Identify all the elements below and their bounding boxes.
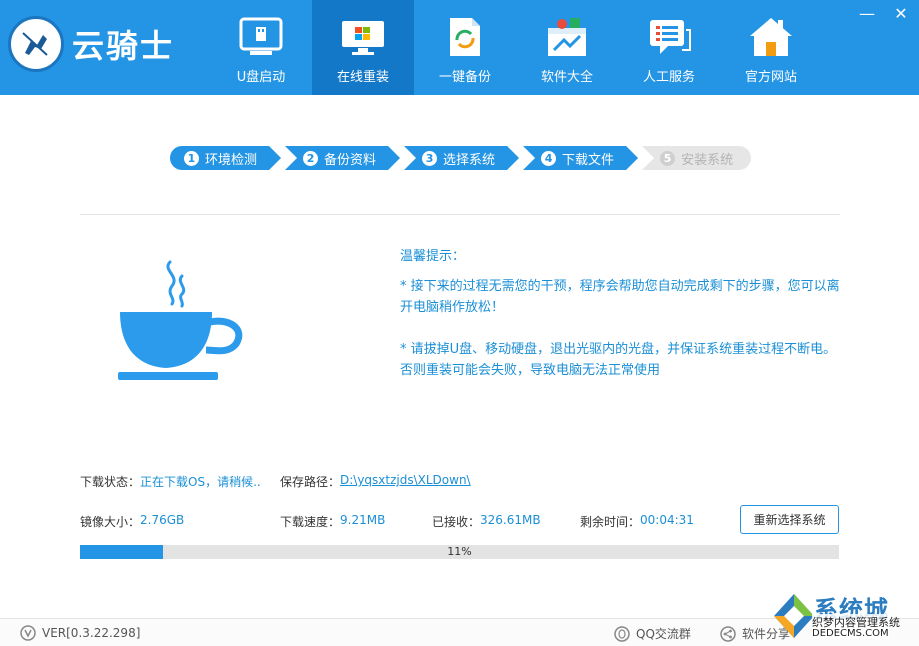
step-number: 3 <box>422 151 437 166</box>
nav-label: U盘启动 <box>236 70 286 85</box>
step-install-system: 5 安装系统 <box>642 146 752 170</box>
step-label: 备份资料 <box>324 152 377 168</box>
tips-line-1: * 接下来的过程无需您的干预，程序会帮助您自动完成剩下的步骤，您可以离开电脑稍作… <box>400 279 840 315</box>
save-path-label: 保存路径： <box>280 475 341 489</box>
nav-official-site[interactable]: 官方网站 <box>720 0 822 95</box>
step-label: 环境检测 <box>205 152 258 168</box>
step-label: 选择系统 <box>443 152 496 168</box>
app-logo: 云骑士 <box>8 14 208 74</box>
header-bar: 云骑士 U盘启动 在线重装 一键备份 软件大全 人工服务 官方网站 — ✕ <box>0 0 919 95</box>
image-size-label: 镜像大小： <box>80 515 141 529</box>
tips-title: 温馨提示： <box>400 249 466 264</box>
progress-steps: 1 环境检测 2 备份资料 3 选择系统 4 下载文件 5 安装系统 <box>170 146 755 170</box>
software-box-icon <box>544 16 590 58</box>
step-label: 安装系统 <box>681 152 734 168</box>
nav-label: 一键备份 <box>438 70 491 85</box>
qq-group-label: QQ交流群 <box>636 627 691 641</box>
watermark-line-2: DEDECMS.COM <box>812 628 889 639</box>
step-environment-check: 1 环境检测 <box>170 146 281 170</box>
step-label: 下载文件 <box>562 152 615 168</box>
watermark: 系统城 织梦内容管理系统 DEDECMS.COM <box>770 590 919 646</box>
windows-monitor-icon <box>340 16 386 58</box>
coffee-cup-icon <box>110 258 245 388</box>
step-number: 2 <box>303 151 318 166</box>
backup-document-icon <box>442 16 488 58</box>
qq-group-link[interactable]: QQ交流群 <box>614 625 691 642</box>
progress-percent: 11% <box>447 545 472 558</box>
nav-software-center[interactable]: 软件大全 <box>516 0 618 95</box>
reselect-system-button[interactable]: 重新选择系统 <box>740 505 839 534</box>
download-speed-value: 9.21MB <box>340 513 386 527</box>
received-value: 326.61MB <box>480 513 541 527</box>
step-number: 5 <box>660 150 676 166</box>
step-number: 4 <box>541 151 556 166</box>
save-path-link[interactable]: D:\yqsxtzjds\XLDown\ <box>340 473 471 487</box>
step-backup-data: 2 备份资料 <box>285 146 400 170</box>
knight-logo-icon <box>8 16 64 72</box>
image-size-value: 2.76GB <box>140 513 185 527</box>
share-icon <box>720 625 736 642</box>
remaining-time-value: 00:04:31 <box>640 513 694 527</box>
step-download-files: 4 下载文件 <box>523 146 638 170</box>
version-info: VER[0.3.22.298] <box>20 625 140 641</box>
window-controls: — ✕ <box>859 6 909 22</box>
download-progress-bar: 11% <box>80 545 839 559</box>
chat-service-icon <box>646 16 692 58</box>
version-text: VER[0.3.22.298] <box>42 626 141 640</box>
home-icon <box>748 16 794 58</box>
tips-line-2: * 请拔掉U盘、移动硬盘，退出光驱内的光盘，并保证系统重装过程不断电。否则重装可… <box>400 342 837 378</box>
app-name: 云骑士 <box>72 27 175 65</box>
section-divider <box>80 214 840 215</box>
minimize-button[interactable]: — <box>859 6 875 22</box>
warm-tips: 温馨提示： * 接下来的过程无需您的干预，程序会帮助您自动完成剩下的步骤，您可以… <box>400 246 845 402</box>
qq-icon <box>614 625 630 642</box>
step-select-system: 3 选择系统 <box>404 146 519 170</box>
nav-label: 软件大全 <box>540 70 593 85</box>
nav-manual-service[interactable]: 人工服务 <box>618 0 720 95</box>
version-icon <box>20 625 36 641</box>
download-speed-label: 下载速度： <box>280 515 341 529</box>
nav-label: 官方网站 <box>744 70 797 85</box>
received-label: 已接收： <box>432 515 481 529</box>
usb-drive-icon <box>238 16 284 58</box>
nav-label: 人工服务 <box>642 70 695 85</box>
download-status-label: 下载状态： <box>80 475 141 489</box>
download-status-value: 正在下载OS，请稍候.. <box>140 475 261 489</box>
nav-label: 在线重装 <box>336 70 389 85</box>
watermark-logo-icon <box>774 594 814 638</box>
nav-one-key-backup[interactable]: 一键备份 <box>414 0 516 95</box>
step-number: 1 <box>184 151 199 166</box>
nav-online-reinstall[interactable]: 在线重装 <box>312 0 414 95</box>
close-button[interactable]: ✕ <box>893 6 909 22</box>
remaining-time-label: 剩余时间： <box>580 515 641 529</box>
top-nav: U盘启动 在线重装 一键备份 软件大全 人工服务 官方网站 <box>210 0 822 95</box>
nav-usb-boot[interactable]: U盘启动 <box>210 0 312 95</box>
